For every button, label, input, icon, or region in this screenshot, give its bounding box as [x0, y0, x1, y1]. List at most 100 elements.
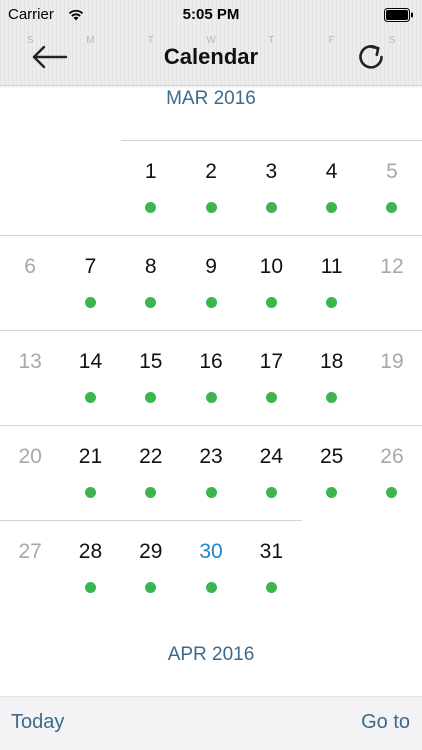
event-dot-icon: [386, 487, 398, 498]
day-cell[interactable]: 18: [302, 330, 362, 425]
day-cell[interactable]: 20: [0, 425, 60, 520]
day-cell[interactable]: 4: [302, 140, 362, 235]
event-dot-icon: [205, 392, 217, 403]
day-number: 3: [265, 160, 278, 183]
day-cell[interactable]: 16: [181, 330, 241, 425]
day-cell[interactable]: 24: [241, 425, 301, 520]
day-number: 21: [78, 445, 103, 468]
day-cell[interactable]: 29: [121, 520, 181, 615]
day-cell[interactable]: 28: [60, 520, 120, 615]
day-number: 18: [319, 350, 344, 373]
day-cell[interactable]: 23: [181, 425, 241, 520]
day-cell[interactable]: 22: [121, 425, 181, 520]
event-dot-icon: [205, 487, 217, 498]
day-number: 15: [139, 350, 163, 373]
day-cell[interactable]: 30: [181, 520, 241, 615]
day-number: 9: [205, 255, 217, 278]
refresh-icon[interactable]: [354, 40, 388, 74]
day-number: 27: [18, 540, 42, 563]
today-button[interactable]: Today: [11, 711, 64, 734]
week-row: 1 2 3 4 5: [0, 140, 422, 235]
day-number: 10: [259, 255, 284, 278]
event-dot-icon: [265, 582, 277, 593]
today-day-number: 30: [199, 540, 223, 563]
month-title-march: MAR 2016: [166, 88, 256, 109]
day-number: 14: [78, 350, 103, 373]
event-dot-icon: [326, 297, 338, 308]
event-dot-icon: [386, 202, 398, 213]
event-dot-icon: [265, 202, 277, 213]
day-number: 6: [24, 255, 36, 278]
status-bar: Carrier 5:05 PM: [0, 0, 422, 30]
event-dot-icon: [265, 392, 277, 403]
top-bar: Carrier 5:05 PM Calendar: [0, 0, 422, 86]
day-cell[interactable]: 2: [181, 140, 241, 235]
day-cell[interactable]: 17: [241, 330, 301, 425]
day-cell[interactable]: 27: [0, 520, 60, 615]
day-cell[interactable]: 13: [0, 330, 60, 425]
event-dot-icon: [84, 392, 96, 403]
week-row: 13 14 15 16 17 18 19: [0, 330, 422, 425]
week-row: 27 28 29 30 31: [0, 520, 422, 615]
week-row: 6 7 8 9 10 11 12: [0, 235, 422, 330]
day-cell[interactable]: 11: [302, 235, 362, 330]
week-row: 20 21 22 23 24 25 26: [0, 425, 422, 520]
day-number: 29: [139, 540, 163, 563]
day-cell[interactable]: 5: [362, 140, 422, 235]
event-dot-icon: [205, 297, 217, 308]
event-dot-icon: [326, 202, 338, 213]
day-number: 11: [320, 255, 343, 278]
day-number: 13: [18, 350, 42, 373]
day-number: 31: [259, 540, 284, 563]
day-number: 23: [199, 445, 223, 468]
navigation-bar: Calendar: [0, 30, 422, 86]
day-number: 4: [325, 160, 338, 183]
day-number: 22: [139, 445, 163, 468]
day-cell[interactable]: 14: [60, 330, 120, 425]
event-dot-icon: [145, 297, 157, 308]
day-number: 8: [144, 255, 157, 278]
day-number: 25: [319, 445, 344, 468]
day-number: 12: [380, 255, 404, 278]
day-cell[interactable]: 3: [241, 140, 301, 235]
event-dot-icon: [205, 202, 217, 213]
event-dot-icon: [145, 487, 157, 498]
day-number: 1: [144, 160, 157, 183]
event-dot-icon: [84, 297, 96, 308]
day-cell[interactable]: 9: [181, 235, 241, 330]
day-cell[interactable]: 25: [302, 425, 362, 520]
event-dot-icon: [145, 202, 157, 213]
calendar-screen: Carrier 5:05 PM Calendar S M T W T F S M…: [0, 0, 422, 750]
bottom-toolbar: Today Go to: [0, 696, 422, 750]
day-number: 5: [386, 160, 398, 183]
event-dot-icon: [265, 297, 277, 308]
day-cell[interactable]: 21: [60, 425, 120, 520]
event-dot-icon: [265, 487, 277, 498]
day-number: 24: [259, 445, 284, 468]
day-cell[interactable]: 15: [121, 330, 181, 425]
day-cell[interactable]: 12: [362, 235, 422, 330]
event-dot-icon: [145, 582, 157, 593]
goto-button[interactable]: Go to: [361, 711, 410, 734]
day-number: 20: [18, 445, 42, 468]
event-dot-icon: [145, 392, 157, 403]
day-cell[interactable]: 31: [241, 520, 301, 615]
day-number: 17: [259, 350, 284, 373]
day-number: 26: [380, 445, 404, 468]
day-cell[interactable]: 1: [121, 140, 181, 235]
battery-icon: [384, 8, 413, 22]
day-cell[interactable]: 26: [362, 425, 422, 520]
day-cell[interactable]: 7: [60, 235, 120, 330]
status-time: 5:05 PM: [182, 6, 240, 23]
day-cell[interactable]: 6: [0, 235, 60, 330]
day-number: 2: [205, 160, 217, 183]
event-dot-icon: [326, 487, 338, 498]
day-cell[interactable]: 8: [121, 235, 181, 330]
day-number: 16: [199, 350, 223, 373]
day-number: 19: [380, 350, 404, 373]
day-cell[interactable]: 19: [362, 330, 422, 425]
day-number: 7: [84, 255, 97, 278]
event-dot-icon: [205, 582, 217, 593]
day-cell[interactable]: 10: [241, 235, 301, 330]
event-dot-icon: [84, 582, 96, 593]
